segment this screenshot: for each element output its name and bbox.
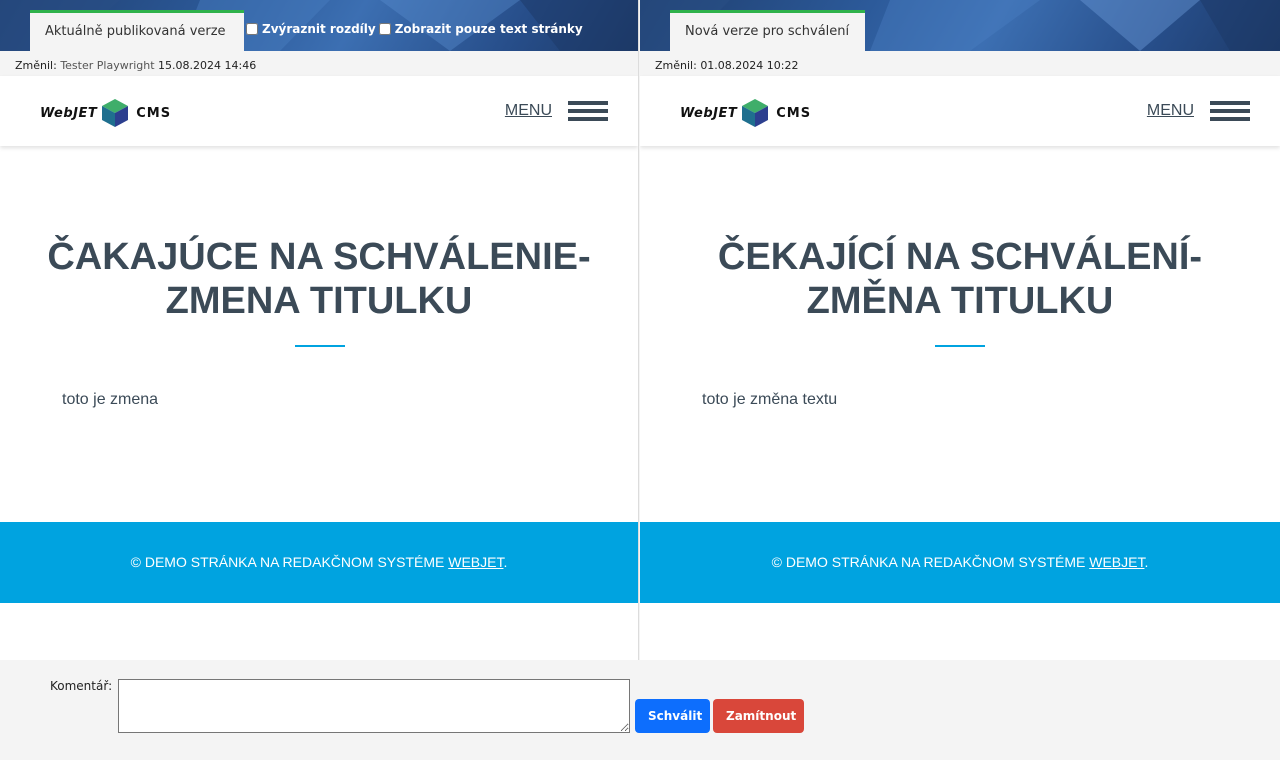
menu-toggle[interactable]: MENU bbox=[505, 101, 608, 121]
title-divider bbox=[295, 345, 345, 347]
cube-icon bbox=[102, 99, 129, 127]
changed-prefix: Změnil: bbox=[655, 59, 697, 72]
page-content: ČAKAJÚCE NA SCHVÁLENIE-ZMENA TITULKU tot… bbox=[0, 146, 638, 522]
highlight-diff-checkbox[interactable] bbox=[246, 23, 258, 35]
changed-info: Změnil: Tester Playwright 15.08.2024 14:… bbox=[0, 51, 638, 76]
page-body-text: toto je zmena bbox=[62, 391, 159, 408]
logo-text-cms: CMS bbox=[776, 105, 812, 121]
changed-info: Změnil: 01.08.2024 10:22 bbox=[640, 51, 1280, 76]
logo-text-webjet: WebJET bbox=[40, 105, 98, 121]
webjet-logo[interactable]: WebJET CMS bbox=[680, 99, 811, 127]
page-title: ČEKAJÍCÍ NA SCHVÁLENÍ-ZMĚNA TITULKU bbox=[717, 236, 1203, 322]
text-only-checkbox[interactable] bbox=[378, 23, 391, 35]
highlight-diff-option[interactable]: Zvýraznit rozdíly bbox=[246, 22, 376, 36]
changed-prefix: Změnil: bbox=[15, 59, 57, 72]
new-version-pane: Nová verze pro schválení Změnil: 01.08.2… bbox=[640, 0, 1280, 660]
pane-header-bar: Aktuálně publikovaná verze Zvýraznit roz… bbox=[0, 0, 638, 51]
logo-text-webjet: WebJET bbox=[680, 105, 738, 121]
site-footer: © DEMO STRÁNKA NA REDAKČNOM SYSTÉME WEBJ… bbox=[0, 522, 638, 603]
comment-label: Komentář: bbox=[50, 679, 113, 693]
text-only-option[interactable]: Zobrazit pouze text stránky bbox=[378, 22, 583, 36]
tab-new-version[interactable]: Nová verze pro schválení bbox=[670, 10, 865, 51]
site-header: WebJET CMS MENU bbox=[640, 76, 1280, 146]
page-title: ČAKAJÚCE NA SCHVÁLENIE-ZMENA TITULKU bbox=[47, 236, 591, 322]
footer-text: © DEMO STRÁNKA NA REDAKČNOM SYSTÉME bbox=[771, 554, 1090, 570]
footer-text: © DEMO STRÁNKA NA REDAKČNOM SYSTÉME bbox=[130, 554, 449, 570]
comment-input[interactable] bbox=[118, 679, 630, 733]
tab-published-version[interactable]: Aktuálně publikovaná verze bbox=[30, 10, 244, 51]
diff-options: Zvýraznit rozdíly Zobrazit pouze text st… bbox=[246, 22, 586, 36]
changed-date: 01.08.2024 10:22 bbox=[700, 59, 799, 72]
hamburger-icon[interactable] bbox=[568, 101, 608, 121]
menu-label[interactable]: MENU bbox=[505, 102, 552, 120]
approve-button[interactable]: Schválit bbox=[635, 699, 710, 733]
site-footer: © DEMO STRÁNKA NA REDAKČNOM SYSTÉME WEBJ… bbox=[640, 522, 1280, 603]
site-header: WebJET CMS MENU bbox=[0, 76, 638, 146]
published-version-pane: Aktuálně publikovaná verze Zvýraznit roz… bbox=[0, 0, 639, 660]
page-body-text: toto je změna textu bbox=[702, 391, 838, 408]
text-only-label: Zobrazit pouze text stránky bbox=[394, 22, 583, 36]
menu-label[interactable]: MENU bbox=[1147, 102, 1194, 120]
reject-button[interactable]: Zamítnout bbox=[713, 699, 804, 733]
changed-date: 15.08.2024 14:46 bbox=[158, 59, 257, 72]
logo-text-cms: CMS bbox=[136, 105, 172, 121]
footer-webjet-link[interactable]: WEBJET bbox=[1089, 554, 1144, 570]
approval-bar: Komentář: Schválit Zamítnout bbox=[0, 660, 1280, 760]
cube-icon bbox=[742, 99, 769, 127]
footer-period: . bbox=[1144, 554, 1149, 570]
webjet-logo[interactable]: WebJET CMS bbox=[40, 99, 171, 127]
title-divider bbox=[935, 345, 985, 347]
menu-toggle[interactable]: MENU bbox=[1147, 101, 1250, 121]
highlight-diff-label: Zvýraznit rozdíly bbox=[262, 22, 376, 36]
footer-period: . bbox=[503, 554, 508, 570]
pane-header-bar: Nová verze pro schválení bbox=[640, 0, 1280, 51]
hamburger-icon[interactable] bbox=[1210, 101, 1250, 121]
changed-user: Tester Playwright bbox=[60, 59, 155, 72]
page-content: ČEKAJÍCÍ NA SCHVÁLENÍ-ZMĚNA TITULKU toto… bbox=[640, 146, 1280, 522]
footer-webjet-link[interactable]: WEBJET bbox=[448, 554, 503, 570]
